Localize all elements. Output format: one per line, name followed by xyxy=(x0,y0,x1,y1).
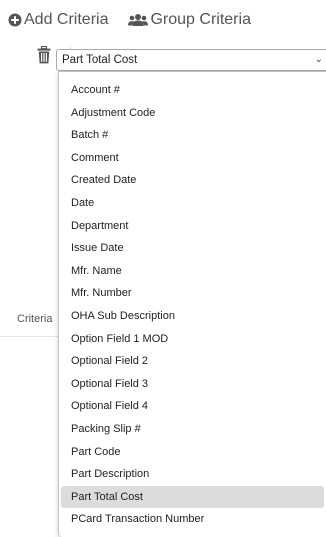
dropdown-option[interactable]: Mfr. Name xyxy=(61,260,324,283)
add-criteria-button[interactable]: Add Criteria xyxy=(8,11,108,29)
criteria-field-dropdown[interactable]: Account # Adjustment Code Batch # Comment Cr… xyxy=(58,71,326,537)
dropdown-option[interactable]: Batch # xyxy=(61,124,324,147)
dropdown-option[interactable]: Issue Date xyxy=(61,237,324,260)
delete-criteria-button[interactable] xyxy=(37,45,51,64)
criteria-label: Criteria xyxy=(17,313,53,325)
dropdown-option[interactable]: Department xyxy=(61,215,324,238)
dropdown-option-selected[interactable]: Part Total Cost xyxy=(61,485,324,509)
dropdown-option[interactable]: Optional Field 3 xyxy=(61,373,324,396)
dropdown-option[interactable]: Adjustment Code xyxy=(61,102,324,125)
group-criteria-label: Group Criteria xyxy=(150,11,251,28)
select-value: Part Total Cost xyxy=(62,54,138,66)
dropdown-option[interactable]: Mfr. Number xyxy=(61,282,324,305)
trash-icon xyxy=(37,45,51,68)
criteria-field-select[interactable]: Part Total Cost ⌄ xyxy=(56,49,326,71)
plus-circle-icon xyxy=(8,13,22,27)
dropdown-option[interactable]: OHA Sub Description xyxy=(61,305,324,328)
group-criteria-button[interactable]: Group Criteria xyxy=(128,11,251,29)
dropdown-option[interactable]: Account # xyxy=(61,79,324,102)
dropdown-option[interactable]: Comment xyxy=(61,147,324,170)
dropdown-option[interactable]: Created Date xyxy=(61,169,324,192)
dropdown-option[interactable]: Packing Slip # xyxy=(61,418,324,441)
dropdown-option[interactable]: Part Code xyxy=(61,441,324,464)
chevron-down-icon: ⌄ xyxy=(314,54,323,65)
criteria-toolbar: Add Criteria Group Criteria xyxy=(8,9,251,31)
dropdown-option[interactable]: Date xyxy=(61,192,324,215)
dropdown-option[interactable]: Optional Field 4 xyxy=(61,395,324,418)
add-criteria-label: Add Criteria xyxy=(24,11,109,28)
dropdown-option[interactable]: Option Field 1 MOD xyxy=(61,328,324,351)
dropdown-option[interactable]: Part Description xyxy=(61,463,324,486)
users-group-icon xyxy=(128,13,149,27)
dropdown-option[interactable]: PCard Transaction Number xyxy=(61,508,324,531)
dropdown-option[interactable]: Optional Field 2 xyxy=(61,350,324,373)
